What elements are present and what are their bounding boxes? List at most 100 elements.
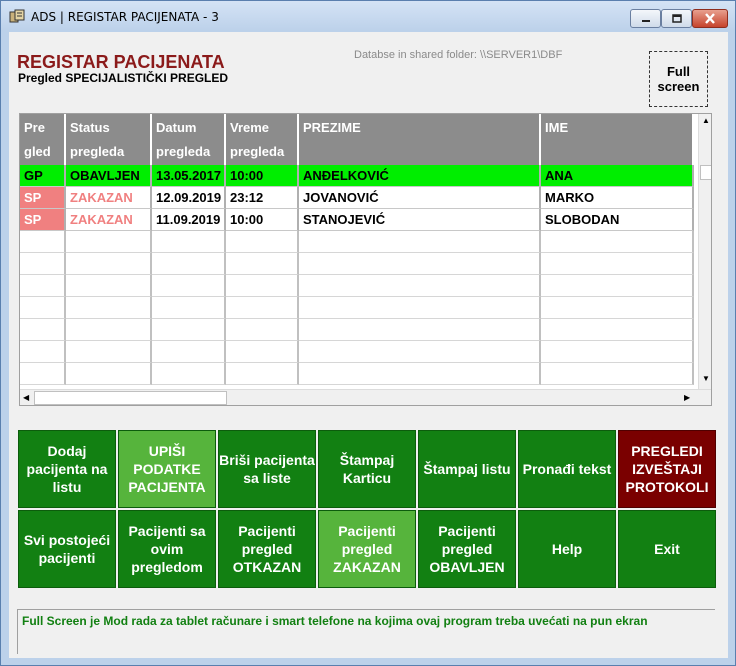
full-screen-button[interactable]: Full screen bbox=[649, 51, 708, 107]
button-dodaj-pacijenta-na-listu[interactable]: Dodaj pacijenta na listu bbox=[18, 430, 116, 508]
scroll-up-icon[interactable]: ▲ bbox=[702, 116, 710, 125]
button-label: Pacijenti sa ovim pregledom bbox=[128, 523, 206, 575]
button-pacijenti-pregled-otkazan[interactable]: Pacijenti pregled OTKAZAN bbox=[218, 510, 316, 588]
table-cell-pregled bbox=[20, 319, 66, 341]
table-row[interactable] bbox=[20, 341, 694, 363]
button-pacijenti-pregled-zakazan[interactable]: Pacijenti pregled ZAKAZAN bbox=[318, 510, 416, 588]
table-row[interactable]: GP OBAVLJEN 13.05.2017 10:00 ANĐELKOVIĆ ANA bbox=[20, 165, 694, 187]
button-pacijenti-pregled-obavljen[interactable]: Pacijenti pregled OBAVLJEN bbox=[418, 510, 516, 588]
column-header-line: pregleda bbox=[156, 144, 211, 159]
horizontal-scroll-thumb[interactable] bbox=[34, 391, 227, 405]
status-message: Full Screen je Mod rada za tablet računa… bbox=[22, 614, 648, 628]
table-cell-pregled bbox=[20, 253, 66, 275]
table-cell-status: OBAVLJEN bbox=[66, 165, 152, 187]
button-upi-i-podatke-pacijenta[interactable]: UPIŠI PODATKE PACIJENTA bbox=[118, 430, 216, 508]
table-row[interactable] bbox=[20, 275, 694, 297]
maximize-button[interactable] bbox=[661, 9, 692, 28]
table-cell-vreme bbox=[226, 275, 299, 297]
column-header[interactable]: Vreme pregleda bbox=[226, 114, 299, 165]
table-cell-prezime bbox=[299, 363, 541, 385]
button-label: Help bbox=[551, 541, 583, 557]
close-button[interactable] bbox=[692, 9, 728, 28]
scroll-down-icon[interactable]: ▼ bbox=[702, 374, 710, 383]
table-row[interactable] bbox=[20, 297, 694, 319]
table-cell-pregled bbox=[20, 231, 66, 253]
table-cell-pregled: GP bbox=[20, 165, 66, 187]
button-prona-i-tekst[interactable]: Pronađi tekst bbox=[518, 430, 616, 508]
table-cell-status bbox=[66, 231, 152, 253]
table-cell-ime bbox=[541, 231, 694, 253]
table-row[interactable]: SP ZAKAZAN 12.09.2019 23:12 JOVANOVIĆ MARKO bbox=[20, 187, 694, 209]
button-label: Pronađi tekst bbox=[522, 461, 612, 477]
page-title: REGISTAR PACIJENATA bbox=[17, 52, 225, 72]
table-cell-ime: ANA bbox=[541, 165, 694, 187]
minimize-icon bbox=[641, 19, 650, 22]
table-row[interactable] bbox=[20, 231, 694, 253]
column-header[interactable]: PREZIME bbox=[299, 114, 541, 165]
table-cell-vreme: 10:00 bbox=[226, 209, 299, 231]
database-path-label: Databse in shared folder: \\SERVER1\DBF bbox=[354, 49, 563, 61]
table-row[interactable] bbox=[20, 253, 694, 275]
title-bar[interactable]: ADS | REGISTAR PACIJENATA - 3 bbox=[1, 1, 735, 31]
vertical-scrollbar[interactable]: ▲ ▼ bbox=[698, 114, 711, 389]
button-label: PREGLEDI IZVEŠTAJI PROTOKOLI bbox=[625, 443, 709, 495]
table-row[interactable] bbox=[20, 363, 694, 385]
table-cell-status: ZAKAZAN bbox=[66, 187, 152, 209]
column-header[interactable]: Status pregleda bbox=[66, 114, 152, 165]
table-cell-prezime bbox=[299, 341, 541, 363]
column-header-line: pregleda bbox=[70, 144, 125, 159]
column-header-line: pregleda bbox=[230, 144, 285, 159]
button-tampaj-listu[interactable]: Štampaj listu bbox=[418, 430, 516, 508]
table-cell-datum bbox=[152, 319, 226, 341]
action-buttons: Dodaj pacijenta na listu UPIŠI PODATKE PA… bbox=[18, 430, 718, 588]
table-cell-prezime bbox=[299, 275, 541, 297]
table-cell-vreme bbox=[226, 363, 299, 385]
table-cell-pregled: SP bbox=[20, 209, 66, 231]
table-cell-datum bbox=[152, 275, 226, 297]
minimize-button[interactable] bbox=[630, 9, 661, 28]
table-cell-pregled bbox=[20, 275, 66, 297]
button-label: Pacijenti pregled ZAKAZAN bbox=[333, 523, 401, 575]
table-cell-vreme bbox=[226, 319, 299, 341]
scroll-left-icon[interactable]: ◀ bbox=[23, 393, 29, 402]
vertical-scroll-thumb[interactable] bbox=[700, 165, 711, 180]
app-window: ADS | REGISTAR PACIJENATA - 3 REGISTAR P… bbox=[0, 0, 736, 666]
button-label: Štampaj Karticu bbox=[339, 452, 395, 486]
table-cell-datum: 12.09.2019 bbox=[152, 187, 226, 209]
table-cell-pregled bbox=[20, 363, 66, 385]
column-header[interactable]: Pre gled bbox=[20, 114, 66, 165]
table-cell-status bbox=[66, 297, 152, 319]
table-cell-prezime bbox=[299, 319, 541, 341]
table-cell-status bbox=[66, 341, 152, 363]
button-pacijenti-sa-ovim-pregledom[interactable]: Pacijenti sa ovim pregledom bbox=[118, 510, 216, 588]
table-cell-datum: 13.05.2017 bbox=[152, 165, 226, 187]
table-cell-prezime bbox=[299, 253, 541, 275]
app-box-icon bbox=[9, 9, 25, 23]
column-header[interactable]: IME bbox=[541, 114, 694, 165]
table-cell-ime bbox=[541, 275, 694, 297]
table-cell-pregled bbox=[20, 297, 66, 319]
button-svi-postoje-i-pacijenti[interactable]: Svi postojeći pacijenti bbox=[18, 510, 116, 588]
table-row[interactable]: SP ZAKAZAN 11.09.2019 10:00 STANOJEVIĆ SLOBOD… bbox=[20, 209, 694, 231]
button-tampaj-karticu[interactable]: Štampaj Karticu bbox=[318, 430, 416, 508]
table-cell-datum bbox=[152, 231, 226, 253]
scroll-right-icon[interactable]: ▶ bbox=[684, 393, 690, 402]
horizontal-scrollbar[interactable]: ◀ ▶ bbox=[20, 389, 711, 405]
button-help[interactable]: Help bbox=[518, 510, 616, 588]
table-cell-pregled bbox=[20, 341, 66, 363]
button-bri-i-pacijenta-sa-liste[interactable]: Briši pacijenta sa liste bbox=[218, 430, 316, 508]
button-label: UPIŠI PODATKE PACIJENTA bbox=[128, 443, 206, 495]
table-cell-datum: 11.09.2019 bbox=[152, 209, 226, 231]
table-cell-status bbox=[66, 319, 152, 341]
patients-grid: Pre gled Status pregleda Datum pregleda Vreme p… bbox=[19, 113, 712, 406]
button-label: Pacijenti pregled OBAVLJEN bbox=[429, 523, 505, 575]
button-pregledi-izve-taji-protokoli[interactable]: PREGLEDI IZVEŠTAJI PROTOKOLI bbox=[618, 430, 716, 508]
table-row[interactable] bbox=[20, 319, 694, 341]
column-header-line: Pre bbox=[24, 120, 45, 135]
column-header-line: Datum bbox=[156, 120, 197, 135]
button-label: Svi postojeći pacijenti bbox=[23, 532, 111, 566]
table-cell-pregled: SP bbox=[20, 187, 66, 209]
button-exit[interactable]: Exit bbox=[618, 510, 716, 588]
column-header[interactable]: Datum pregleda bbox=[152, 114, 226, 165]
table-cell-vreme bbox=[226, 297, 299, 319]
